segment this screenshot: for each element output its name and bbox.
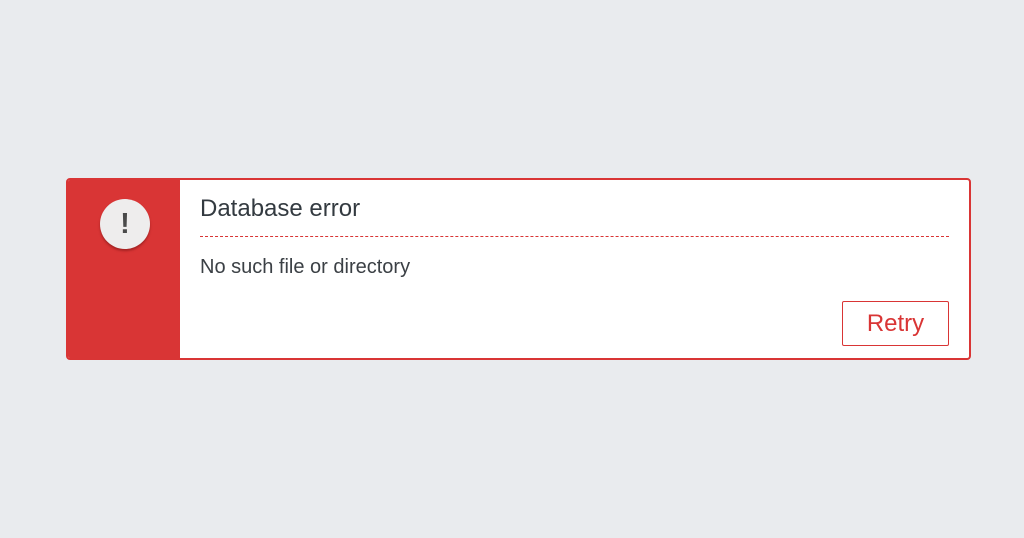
divider — [200, 236, 949, 237]
error-side-strip: ! — [68, 180, 180, 358]
error-content: Database error No such file or directory… — [180, 180, 969, 358]
error-dialog: ! Database error No such file or directo… — [66, 178, 971, 360]
retry-button[interactable]: Retry — [842, 301, 949, 346]
exclamation-icon: ! — [100, 199, 150, 249]
error-title: Database error — [200, 195, 361, 222]
error-message: No such file or directory — [200, 256, 411, 278]
